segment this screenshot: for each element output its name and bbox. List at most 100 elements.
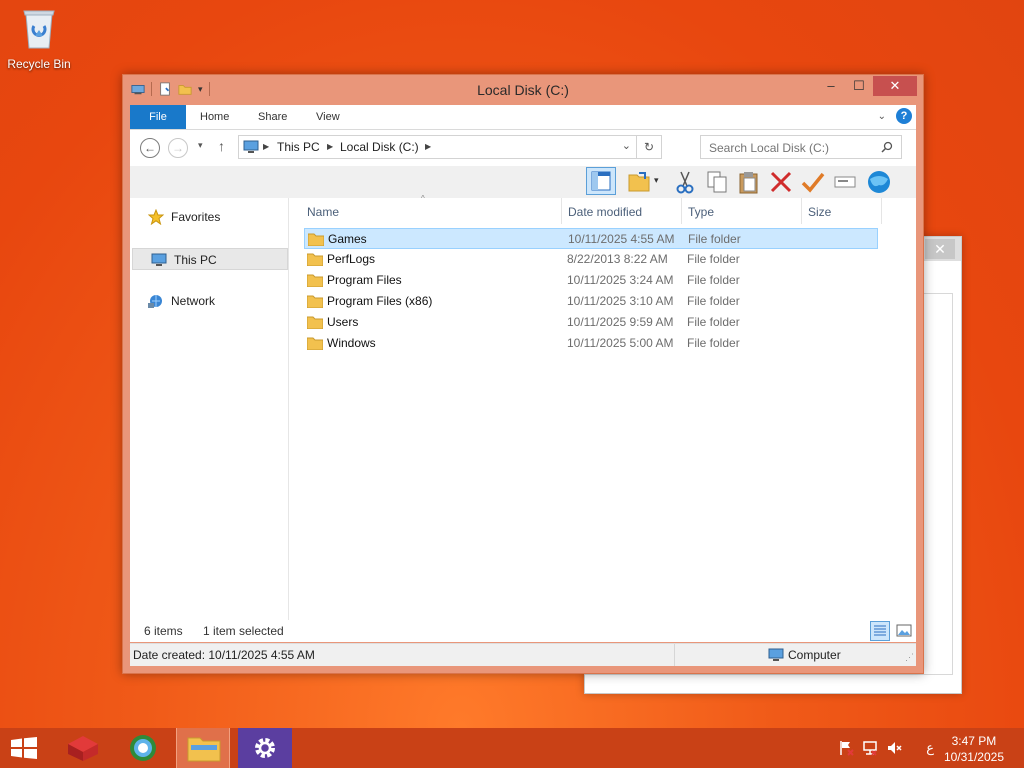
file-name: Windows — [327, 336, 376, 350]
gear-icon — [255, 738, 275, 758]
taskbar: ع 3:47 PM 10/31/2025 — [0, 728, 1024, 768]
file-name: Users — [327, 315, 359, 329]
status-divider — [674, 644, 675, 666]
taskbar-app-settings[interactable] — [238, 728, 292, 768]
expand-ribbon-icon[interactable]: ⌄ — [878, 111, 886, 122]
close-button[interactable]: ✕ — [873, 76, 917, 96]
recent-locations-icon[interactable]: ▾ — [198, 140, 203, 151]
address-dropdown-icon[interactable]: ⌄ — [622, 139, 631, 152]
maximize-button[interactable]: ☐ — [845, 76, 873, 96]
background-window-close-button[interactable]: ✕ — [925, 239, 955, 259]
file-name: PerfLogs — [327, 252, 376, 266]
column-divider[interactable] — [881, 198, 882, 224]
address-bar[interactable]: ▶ This PC ▶ Local Disk (C:) ▶ ⌄ ↻ — [238, 135, 662, 159]
taskbar-app-browser[interactable] — [116, 728, 170, 768]
folder-options-icon[interactable] — [626, 169, 652, 195]
start-button[interactable] — [0, 728, 48, 768]
cut-icon[interactable] — [672, 169, 698, 195]
minimize-button[interactable]: – — [817, 76, 845, 96]
window-title: Local Disk (C:) — [477, 82, 569, 98]
up-arrow-icon[interactable]: ↑ — [218, 138, 225, 154]
nav-label-favorites: Favorites — [171, 210, 221, 224]
recycle-bin-shortcut[interactable]: Recycle Bin — [4, 6, 74, 71]
details-view-icon[interactable] — [870, 621, 890, 641]
globe-icon[interactable] — [864, 169, 894, 195]
column-header-date-modified[interactable]: Date modified — [568, 198, 642, 226]
folder-icon — [308, 233, 324, 246]
breadcrumb-this-pc[interactable]: This PC — [277, 140, 320, 154]
this-pc-icon — [243, 140, 259, 153]
file-explorer-icon — [187, 737, 221, 762]
table-row[interactable]: Games 10/11/2025 4:55 AM File folder — [304, 228, 878, 249]
column-divider[interactable] — [561, 198, 562, 224]
file-type: File folder — [687, 315, 740, 329]
title-bar[interactable]: ▾ Local Disk (C:) – ☐ ✕ — [123, 75, 923, 105]
check-icon[interactable] — [800, 169, 826, 195]
tab-home[interactable]: Home — [200, 105, 229, 129]
network-status-icon[interactable] — [862, 740, 878, 756]
ribbon-right-controls: ⌄ ? — [878, 108, 912, 124]
large-icons-view-icon[interactable] — [896, 623, 912, 639]
help-icon[interactable]: ? — [896, 108, 912, 124]
search-icon[interactable] — [881, 141, 893, 153]
file-type: File folder — [688, 232, 741, 246]
clock-date: 10/31/2025 — [943, 750, 1004, 764]
tab-file[interactable]: File — [130, 105, 186, 129]
clock[interactable]: 3:47 PM 10/31/2025 — [944, 733, 1004, 765]
command-toolbar: ▾ — [130, 166, 916, 199]
sort-up-icon: ^ — [421, 194, 425, 203]
star-icon — [148, 209, 164, 225]
breadcrumb-separator-icon[interactable]: ▶ — [425, 142, 431, 151]
delete-icon[interactable] — [768, 169, 794, 195]
input-language-indicator[interactable]: ع — [926, 740, 934, 756]
nav-item-network[interactable]: Network — [130, 290, 288, 312]
copy-icon[interactable] — [704, 169, 730, 195]
breadcrumb-local-disk[interactable]: Local Disk (C:) — [340, 140, 419, 154]
tab-share[interactable]: Share — [258, 105, 287, 129]
action-center-flag-icon[interactable] — [838, 740, 854, 756]
table-row[interactable]: Users 10/11/2025 9:59 AM File folder — [304, 312, 878, 333]
file-date: 10/11/2025 3:10 AM — [567, 294, 674, 308]
window-controls: – ☐ ✕ — [817, 76, 917, 96]
volume-muted-icon[interactable] — [886, 740, 902, 756]
column-divider[interactable] — [681, 198, 682, 224]
folder-icon — [307, 253, 323, 266]
table-row[interactable]: PerfLogs 8/22/2013 8:22 AM File folder — [304, 249, 878, 270]
breadcrumb-separator-icon[interactable]: ▶ — [327, 142, 333, 151]
tab-view[interactable]: View — [316, 105, 340, 129]
taskbar-app-toolbox[interactable] — [56, 728, 110, 768]
column-header-size[interactable]: Size — [808, 198, 831, 226]
folder-icon — [307, 295, 323, 308]
column-divider[interactable] — [801, 198, 802, 224]
nav-label-network: Network — [171, 294, 216, 308]
resize-grip-icon[interactable]: ⋰ — [905, 652, 914, 663]
rename-icon[interactable] — [832, 169, 858, 195]
date-created-text: Date created: 10/11/2025 4:55 AM — [133, 648, 315, 662]
folder-icon — [307, 337, 323, 350]
table-row[interactable]: Program Files (x86) 10/11/2025 3:10 AM F… — [304, 291, 878, 312]
search-input[interactable] — [707, 137, 881, 159]
ribbon-tabs: File Home Share View ⌄ ? — [130, 105, 916, 130]
taskbar-app-file-explorer[interactable] — [176, 728, 230, 768]
breadcrumb-separator-icon[interactable]: ▶ — [263, 142, 269, 151]
nav-item-this-pc[interactable]: This PC — [132, 248, 288, 270]
nav-item-favorites[interactable]: Favorites — [130, 206, 288, 228]
file-list: ^ Name Date modified Type Size Games 10/… — [289, 194, 916, 642]
preview-pane-icon[interactable] — [586, 167, 616, 195]
back-button[interactable]: ← — [140, 138, 160, 158]
column-header-name[interactable]: Name — [307, 198, 339, 226]
table-row[interactable]: Windows 10/11/2025 5:00 AM File folder — [304, 333, 878, 354]
forward-button[interactable]: → — [168, 138, 188, 158]
folder-options-dropdown-icon[interactable]: ▾ — [654, 175, 659, 186]
selection-count: 1 item selected — [203, 624, 284, 638]
paste-icon[interactable] — [736, 169, 762, 195]
refresh-icon[interactable]: ↻ — [636, 136, 661, 158]
file-name: Program Files (x86) — [327, 294, 433, 308]
file-date: 10/11/2025 4:55 AM — [568, 232, 675, 246]
column-header-type[interactable]: Type — [688, 198, 714, 226]
network-icon — [148, 295, 162, 308]
table-row[interactable]: Program Files 10/11/2025 3:24 AM File fo… — [304, 270, 878, 291]
item-count: 6 items — [144, 624, 183, 638]
file-date: 10/11/2025 5:00 AM — [567, 336, 674, 350]
file-date: 10/11/2025 9:59 AM — [567, 315, 674, 329]
